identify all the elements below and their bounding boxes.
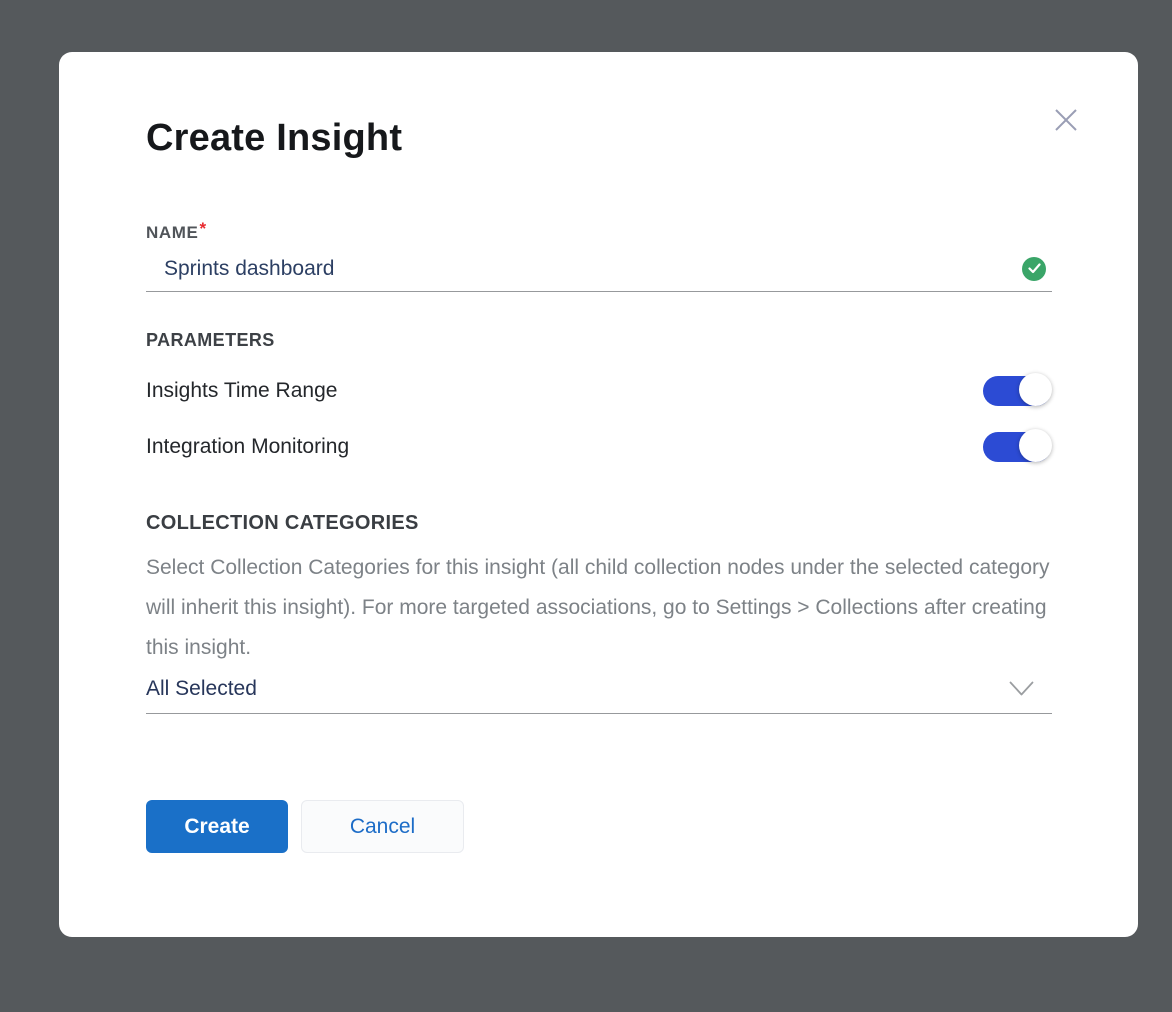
collection-categories-dropdown[interactable]: All Selected	[146, 684, 1052, 714]
cancel-button[interactable]: Cancel	[301, 800, 464, 853]
toggle-knob	[1019, 373, 1052, 406]
dropdown-selected-value: All Selected	[146, 677, 257, 701]
name-input[interactable]	[146, 257, 1022, 281]
dialog-actions: Create Cancel	[146, 800, 1052, 853]
parameter-row-insights-time-range: Insights Time Range	[146, 374, 1052, 408]
toggle-label: Insights Time Range	[146, 379, 337, 403]
integration-monitoring-toggle[interactable]	[983, 432, 1051, 462]
close-icon	[1053, 107, 1079, 133]
name-label: NAME*	[146, 218, 1052, 244]
create-button[interactable]: Create	[146, 800, 288, 853]
toggle-knob	[1019, 429, 1052, 462]
name-field-row	[146, 258, 1052, 292]
parameters-heading: PARAMETERS	[146, 328, 1052, 352]
create-insight-dialog: Create Insight NAME* PARAMETERS Insights…	[59, 52, 1138, 937]
close-button[interactable]	[1052, 106, 1080, 134]
collection-categories-heading: COLLECTION CATEGORIES	[146, 510, 1052, 536]
chevron-down-icon	[1009, 681, 1034, 697]
parameter-row-integration-monitoring: Integration Monitoring	[146, 430, 1052, 464]
page-title: Create Insight	[146, 115, 1052, 161]
valid-check-icon	[1022, 257, 1046, 281]
insights-time-range-toggle[interactable]	[983, 376, 1051, 406]
required-asterisk: *	[199, 219, 206, 238]
toggle-label: Integration Monitoring	[146, 435, 349, 459]
collection-categories-description: Select Collection Categories for this in…	[146, 548, 1052, 668]
